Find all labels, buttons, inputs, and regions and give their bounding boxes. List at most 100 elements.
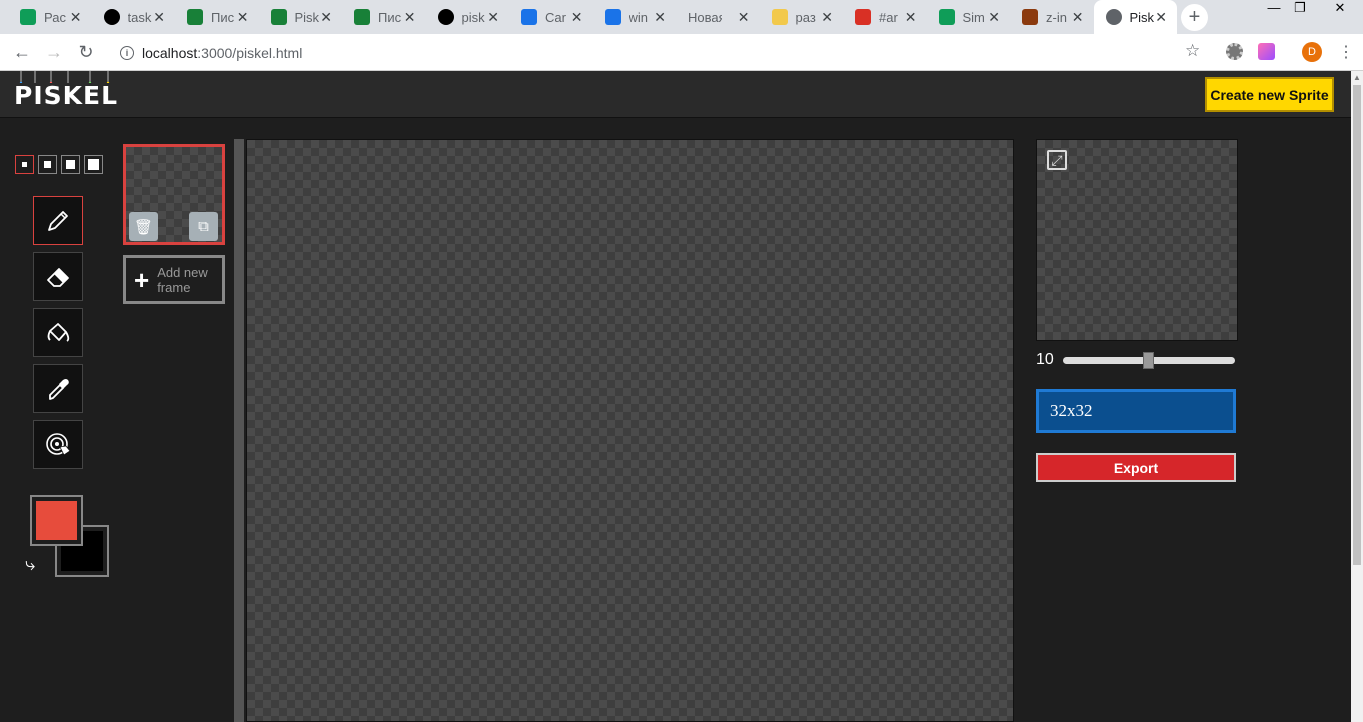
github-icon <box>437 9 454 25</box>
minimize-icon[interactable]: — <box>1262 0 1286 18</box>
browser-tab[interactable]: Pisk ✕ <box>1093 0 1177 34</box>
url-path: :3000/piskel.html <box>197 44 303 61</box>
browser-tab[interactable]: Рас ✕ <box>8 0 92 34</box>
paint-bucket-tool[interactable] <box>33 308 83 357</box>
close-tab-icon[interactable]: ✕ <box>70 9 82 26</box>
site-info-icon[interactable]: i <box>120 45 134 60</box>
calendar-alert-icon <box>855 9 871 25</box>
close-tab-icon[interactable]: ✕ <box>1072 9 1084 26</box>
browser-tab[interactable]: win ✕ <box>593 0 677 34</box>
close-tab-icon[interactable]: ✕ <box>237 9 249 26</box>
restore-icon[interactable]: ❐ <box>1288 0 1312 18</box>
eyedropper-icon <box>49 378 69 400</box>
app-header: PISKEL Create new Sprite <box>0 71 1351 118</box>
globe-icon <box>1105 9 1122 25</box>
sheets-plus-icon <box>20 9 36 25</box>
graduation-cap-icon <box>521 9 537 25</box>
scrollbar-thumb[interactable] <box>1353 85 1361 565</box>
brick-icon <box>1022 9 1038 25</box>
same-color-bucket-tool[interactable] <box>33 420 83 469</box>
pen-size-4[interactable] <box>84 155 103 174</box>
close-tab-icon[interactable]: ✕ <box>153 9 165 26</box>
pen-tool[interactable] <box>33 196 83 245</box>
fps-value: 10 <box>1036 351 1054 368</box>
extension-color-icon[interactable] <box>1258 43 1275 60</box>
close-tab-icon[interactable]: ✕ <box>320 9 332 26</box>
pencil-icon <box>48 210 68 231</box>
swap-colors-icon[interactable]: ⤷ <box>25 554 35 575</box>
primary-color-swatch[interactable] <box>30 495 83 546</box>
close-tab-icon[interactable]: ✕ <box>821 9 833 26</box>
fps-slider-thumb[interactable] <box>1143 352 1154 369</box>
close-tab-icon[interactable]: ✕ <box>905 9 917 26</box>
frame-thumbnail-1[interactable]: 🗑 ⧉ <box>123 144 225 245</box>
bookmark-star-icon[interactable]: ☆ <box>1185 41 1200 61</box>
pen-size-3[interactable] <box>61 155 80 174</box>
close-tab-icon[interactable]: ✕ <box>1155 9 1167 26</box>
duplicate-frame-icon[interactable]: ⧉ <box>189 212 218 241</box>
page-scrollbar[interactable]: ▲ <box>1351 71 1363 722</box>
pen-size-1[interactable] <box>15 155 34 174</box>
sheets-grid-icon <box>187 9 203 25</box>
target-hand-icon <box>46 432 71 456</box>
close-tab-icon[interactable]: ✕ <box>738 9 750 26</box>
close-tab-icon[interactable]: ✕ <box>571 9 583 26</box>
address-bar[interactable]: i localhost:3000/piskel.html <box>108 38 1218 67</box>
eraser-tool[interactable] <box>33 252 83 301</box>
piskel-logo[interactable]: PISKEL <box>14 81 118 110</box>
scroll-up-icon[interactable]: ▲ <box>1353 73 1361 82</box>
close-tab-icon[interactable]: ✕ <box>654 9 666 26</box>
browser-tab[interactable]: Pisk ✕ <box>259 0 343 34</box>
export-button[interactable]: Export <box>1036 453 1236 482</box>
reload-icon[interactable]: ↻ <box>74 40 98 64</box>
eraser-icon <box>47 267 69 287</box>
sheets-plus-icon <box>938 9 955 25</box>
add-frame-label: Add new frame <box>157 264 208 295</box>
paint-bucket-icon <box>47 322 70 342</box>
panel-divider[interactable] <box>234 139 244 722</box>
drawing-canvas[interactable] <box>246 139 1014 722</box>
browser-tab[interactable]: pisk ✕ <box>426 0 510 34</box>
browser-tab[interactable]: #ar ✕ <box>843 0 927 34</box>
browser-tab[interactable]: task ✕ <box>92 0 176 34</box>
browser-tab[interactable]: Пис ✕ <box>175 0 259 34</box>
browser-tab[interactable]: z-in ✕ <box>1010 0 1094 34</box>
pen-size-2[interactable] <box>38 155 57 174</box>
browser-tab[interactable]: Пис ✕ <box>342 0 426 34</box>
color-picker-tool[interactable] <box>33 364 83 413</box>
profile-avatar[interactable]: D <box>1302 42 1322 62</box>
back-icon[interactable]: ← <box>10 40 34 64</box>
piskel-app: PISKEL Create new Sprite ⤷ 🗑 ⧉ + Add new… <box>0 71 1351 722</box>
browser-toolbar: ← → ↻ i localhost:3000/piskel.html ☆ D ⋮ <box>0 34 1363 71</box>
browser-tab[interactable]: раз ✕ <box>760 0 844 34</box>
close-tab-icon[interactable]: ✕ <box>404 9 416 26</box>
fullscreen-icon[interactable]: ⤢ <box>1047 150 1067 170</box>
browser-tab[interactable]: Car ✕ <box>509 0 593 34</box>
browser-tab-strip: Рас ✕ task ✕ Пис ✕ Pisk ✕ Пис ✕ pisk ✕ Car ✕ win ✕ Новая… <box>0 0 1363 34</box>
browser-menu-icon[interactable]: ⋮ <box>1338 42 1354 62</box>
close-tab-icon[interactable]: ✕ <box>988 9 1000 26</box>
sheets-grid-icon <box>354 9 370 25</box>
dollar-coin-icon <box>771 9 788 25</box>
forward-icon[interactable]: → <box>42 40 66 64</box>
add-new-frame-button[interactable]: + Add new frame <box>123 255 225 304</box>
close-window-icon[interactable]: ✕ <box>1328 0 1352 18</box>
close-tab-icon[interactable]: ✕ <box>487 9 499 26</box>
sheets-grid-icon <box>270 9 287 25</box>
delete-frame-icon[interactable]: 🗑 <box>129 212 158 241</box>
browser-tab[interactable]: Новая в ✕ <box>676 0 760 34</box>
github-icon <box>103 9 120 25</box>
animation-preview: ⤢ <box>1036 139 1238 341</box>
primary-color-fill <box>36 501 77 540</box>
create-new-sprite-button[interactable]: Create new Sprite <box>1205 77 1334 112</box>
extension-gear-icon[interactable] <box>1226 43 1243 60</box>
graduation-cap-icon <box>604 9 621 25</box>
pen-size-picker <box>15 155 103 174</box>
url-host: localhost <box>142 44 198 61</box>
tab-title: Новая в <box>688 9 722 25</box>
resize-button[interactable]: 32x32 <box>1036 389 1236 433</box>
plus-icon: + <box>134 264 150 295</box>
fps-slider[interactable] <box>1063 352 1235 369</box>
browser-tab[interactable]: Sim ✕ <box>927 0 1011 34</box>
new-tab-button[interactable]: + <box>1181 4 1208 31</box>
